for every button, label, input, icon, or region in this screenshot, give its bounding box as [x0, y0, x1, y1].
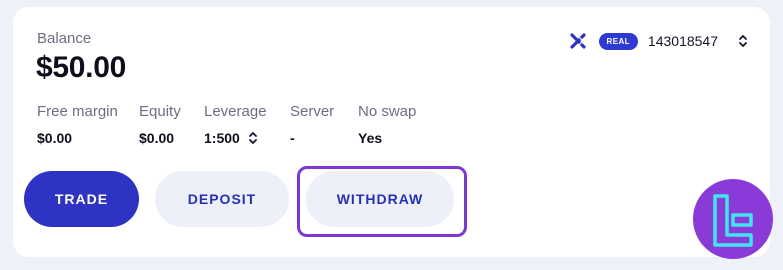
- account-selector[interactable]: REAL 143018547: [569, 30, 748, 52]
- account-stats: Free margin $0.00 Equity $0.00 Leverage …: [37, 103, 438, 146]
- stat-leverage: Leverage 1:500: [204, 103, 290, 146]
- leverage-selector[interactable]: 1:500: [204, 130, 290, 146]
- stat-label: Leverage: [204, 103, 267, 120]
- deposit-button[interactable]: DEPOSIT: [155, 171, 289, 227]
- balance-value: $50.00: [36, 51, 126, 84]
- balance-label: Balance: [37, 30, 92, 47]
- exness-x-icon: [569, 33, 586, 49]
- stat-value: 1:500: [204, 130, 240, 146]
- chevron-up-down-icon[interactable]: [248, 130, 258, 146]
- stat-label: Free margin: [37, 103, 118, 120]
- stat-label: Equity: [139, 103, 181, 120]
- stat-free-margin: Free margin $0.00: [37, 103, 139, 146]
- tc-logo-icon: [693, 179, 773, 259]
- stat-value: Yes: [358, 130, 383, 146]
- stat-value: -: [290, 130, 295, 146]
- stat-equity: Equity $0.00: [139, 103, 204, 146]
- account-number: 143018547: [647, 33, 718, 49]
- stat-value: $0.00: [139, 130, 175, 146]
- stat-value: $0.00: [37, 130, 73, 146]
- stat-label: Server: [290, 103, 335, 120]
- trade-button[interactable]: TRADE: [24, 171, 139, 227]
- stat-label: No swap: [358, 103, 417, 120]
- real-account-badge: REAL: [598, 32, 638, 50]
- stat-server: Server -: [290, 103, 358, 146]
- stat-no-swap: No swap Yes: [358, 103, 438, 146]
- chevron-up-down-icon[interactable]: [738, 33, 748, 49]
- withdraw-button[interactable]: WITHDRAW: [306, 171, 454, 227]
